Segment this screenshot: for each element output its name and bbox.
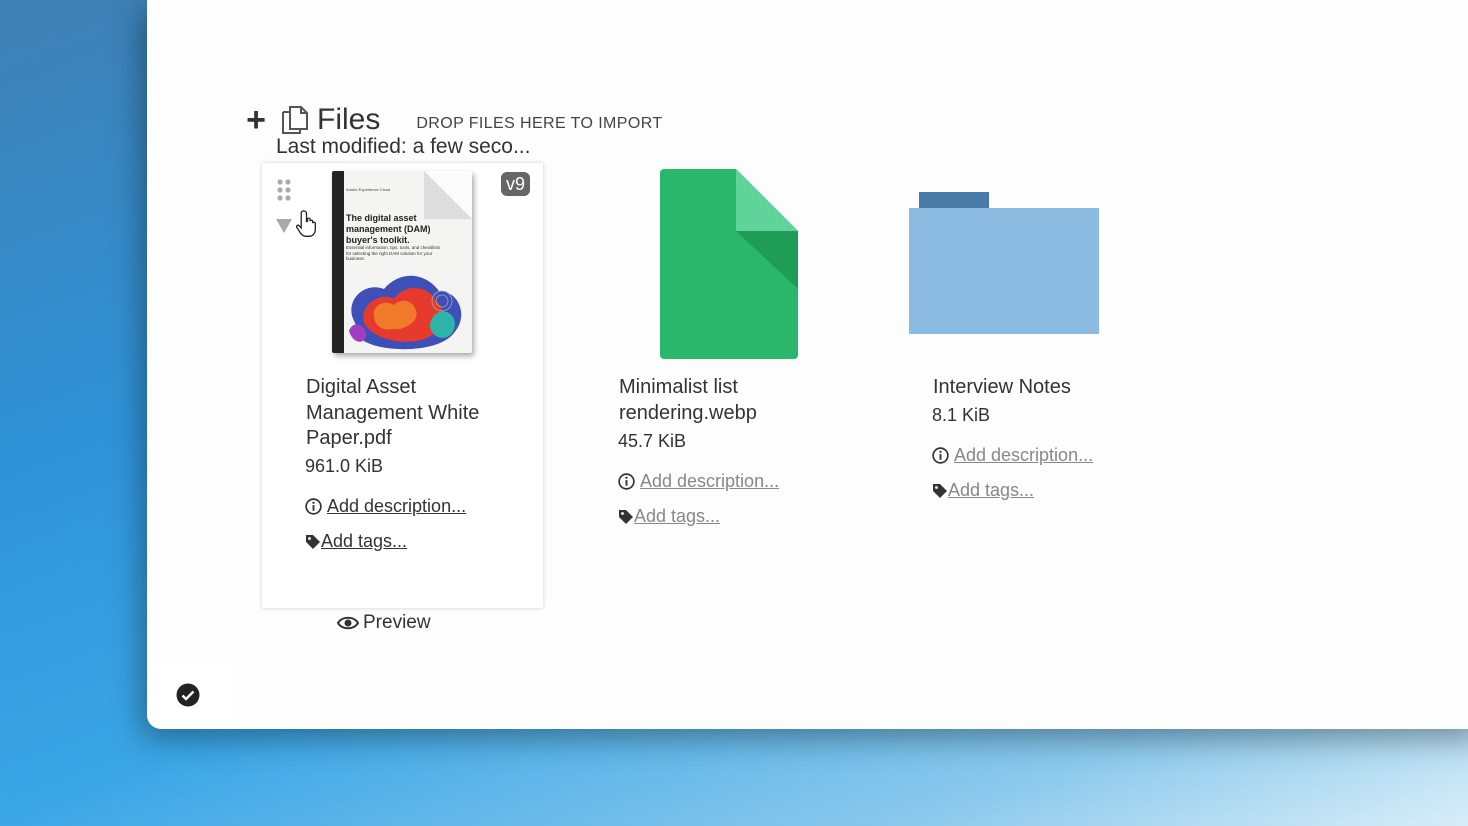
thumbnail-brand: Adobe Experience Cloud [346, 187, 391, 192]
folder-icon[interactable] [909, 192, 1099, 334]
preview-button[interactable]: Preview [337, 612, 431, 634]
thumbnail-artwork [349, 275, 462, 350]
drag-handle-icon[interactable] [276, 179, 292, 201]
folder-name[interactable]: Interview Notes [933, 375, 1143, 401]
tag-icon [306, 534, 320, 549]
info-icon [305, 498, 322, 515]
file-name[interactable]: Minimalist list rendering.webp [619, 375, 829, 426]
check-circle-icon[interactable] [176, 683, 200, 707]
status-area [147, 660, 230, 729]
app-window: + Files DROP FILES HERE TO IMPORT Last m… [147, 0, 1468, 729]
file-size: 45.7 KiB [618, 431, 687, 451]
tags-row: Add tags... [932, 480, 1034, 501]
page-title: Files [317, 103, 381, 136]
thumbnail-title: The digital asset management (DAM) buyer… [346, 213, 431, 245]
plus-icon[interactable]: + [243, 103, 269, 137]
tag-icon [933, 483, 947, 498]
tag-icon [619, 509, 633, 524]
file-card-pdf[interactable]: v9 Adobe Experience Cloud The digital as… [262, 163, 543, 608]
pdf-thumbnail[interactable]: Adobe Experience Cloud The digital asset… [332, 171, 472, 353]
add-tags-link[interactable]: Add tags... [321, 531, 407, 552]
files-header: + Files DROP FILES HERE TO IMPORT [243, 100, 663, 140]
page-fold [424, 171, 472, 219]
files-copy-icon[interactable] [279, 104, 311, 136]
add-description-link[interactable]: Add description... [640, 471, 779, 492]
tags-row: Add tags... [618, 506, 720, 527]
file-size: 961.0 KiB [305, 456, 384, 476]
preview-label: Preview [363, 612, 431, 633]
eye-icon [337, 616, 359, 630]
file-name[interactable]: Digital Asset Management White Paper.pdf [306, 375, 516, 452]
add-description-link[interactable]: Add description... [327, 496, 466, 517]
info-icon [932, 447, 949, 464]
file-card-webp[interactable]: Minimalist list rendering.webp 45.7 KiB … [575, 163, 856, 608]
description-row: Add description... [305, 496, 466, 517]
collapse-triangle-icon[interactable] [276, 219, 292, 233]
last-modified-text: Last modified: a few seco... [276, 135, 531, 158]
description-row: Add description... [932, 445, 1093, 466]
green-file-icon[interactable] [660, 169, 798, 359]
folder-card-interview-notes[interactable]: Interview Notes 8.1 KiB Add description.… [889, 163, 1170, 608]
add-tags-link[interactable]: Add tags... [948, 480, 1034, 501]
info-icon [618, 473, 635, 490]
drop-files-hint: DROP FILES HERE TO IMPORT [416, 115, 663, 132]
description-row: Add description... [618, 471, 779, 492]
add-tags-link[interactable]: Add tags... [634, 506, 720, 527]
book-spine [332, 171, 344, 353]
folder-size: 8.1 KiB [932, 405, 991, 425]
tags-row: Add tags... [305, 531, 407, 552]
thumbnail-subtitle: Essential information, tips, tools, and … [346, 245, 441, 261]
hand-cursor-icon [296, 210, 316, 237]
add-description-link[interactable]: Add description... [954, 445, 1093, 466]
version-badge: v9 [501, 172, 531, 196]
